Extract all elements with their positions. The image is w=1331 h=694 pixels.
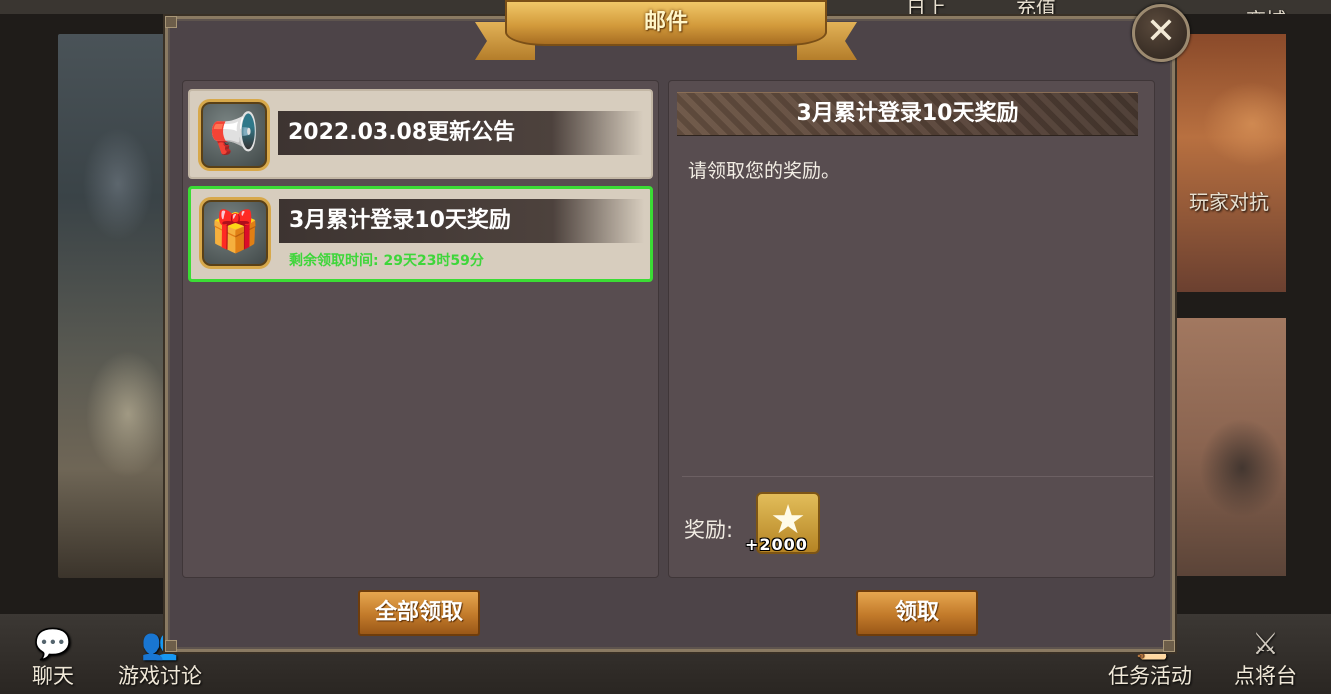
chat-bubble-icon: 💬	[34, 627, 72, 662]
frame-corner	[165, 640, 177, 652]
forum-label: 游戏讨论	[118, 664, 202, 688]
generals-nav-button[interactable]: ⚔ 点将台	[1234, 628, 1297, 690]
quest-nav-label: 任务活动	[1108, 664, 1192, 688]
mail-title: 3月累计登录10天奖励	[289, 208, 511, 233]
reward-amount: +2000	[745, 535, 808, 554]
chat-button[interactable]: 💬 聊天	[32, 628, 74, 690]
pvp-banner[interactable]	[1172, 34, 1286, 292]
detail-title: 3月累计登录10天奖励	[796, 101, 1019, 126]
sword-icon: ⚔	[1252, 627, 1279, 662]
claim-all-button[interactable]: 全部领取	[358, 590, 480, 636]
dialog-title: 邮件	[643, 10, 688, 35]
gift-box-icon: 🎁	[199, 197, 271, 269]
megaphone-icon: 📢	[198, 99, 270, 171]
close-button[interactable]: ✕	[1132, 4, 1190, 62]
detail-divider	[682, 476, 1153, 477]
frame-corner	[1163, 640, 1175, 652]
hero-artwork	[58, 34, 170, 578]
claim-button[interactable]: 领取	[856, 590, 978, 636]
frame-corner	[165, 16, 177, 28]
event-banner[interactable]	[1172, 318, 1286, 576]
title-banner: 邮件	[475, 0, 857, 60]
pvp-banner-label: 玩家对抗	[1189, 190, 1269, 214]
mail-title: 2022.03.08更新公告	[288, 120, 516, 145]
mail-item-login-reward[interactable]: 🎁 3月累计登录10天奖励 剩余领取时间: 29天23时59分	[188, 186, 653, 282]
generals-nav-label: 点将台	[1234, 664, 1297, 688]
reward-label: 奖励:	[684, 518, 734, 542]
chat-label: 聊天	[32, 664, 74, 688]
mail-detail-panel	[668, 80, 1155, 578]
mail-item-announcement[interactable]: 📢 2022.03.08更新公告	[188, 89, 653, 179]
mail-expiry-time: 剩余领取时间: 29天23时59分	[289, 253, 484, 269]
detail-body-text: 请领取您的奖励。	[688, 160, 841, 182]
close-icon: ✕	[1145, 11, 1177, 52]
